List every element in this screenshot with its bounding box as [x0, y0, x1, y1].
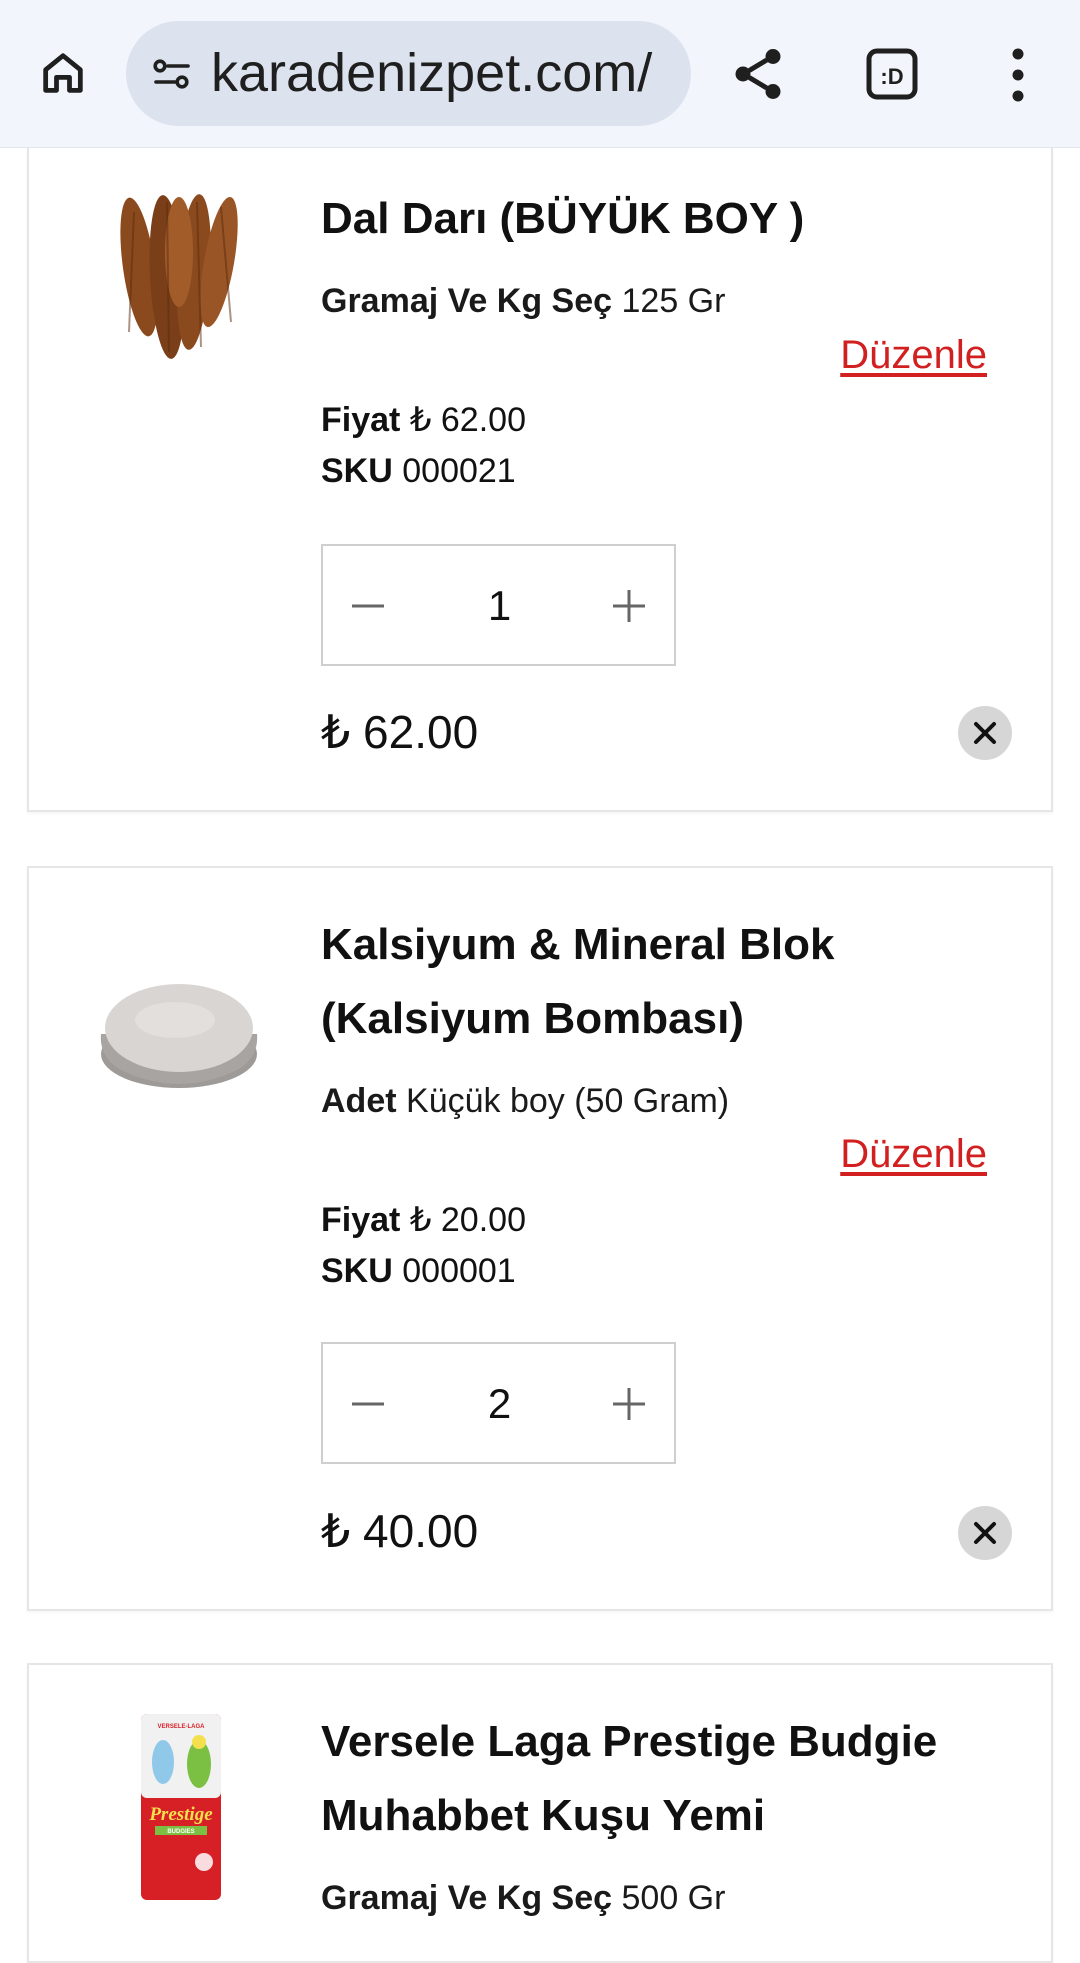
- close-icon: [974, 722, 996, 744]
- product-image-mineral-block[interactable]: [79, 924, 279, 1124]
- cart-item: VERSELE-LAGA Prestige BUDGIES Versele La…: [27, 1663, 1053, 1963]
- price-value: ₺ 62.00: [409, 401, 526, 439]
- minus-icon: [352, 1402, 384, 1406]
- package-sub: BUDGIES: [167, 1829, 194, 1835]
- package-name: Prestige: [148, 1804, 213, 1825]
- sku-row: SKU 000001: [321, 1252, 516, 1291]
- package-brand: VERSELE-LAGA: [157, 1724, 205, 1730]
- product-option: Gramaj Ve Kg Seç 125 Gr: [321, 282, 725, 321]
- edit-link[interactable]: Düzenle: [840, 1132, 987, 1177]
- price-label: Fiyat: [321, 1201, 401, 1239]
- site-settings-icon[interactable]: [148, 50, 196, 98]
- quantity-stepper: 1: [321, 544, 676, 666]
- price-row: Fiyat ₺ 20.00: [321, 1200, 526, 1240]
- line-total: ₺ 40.00: [321, 1505, 479, 1557]
- product-title[interactable]: Kalsiyum & Mineral Blok (Kalsiyum Bombas…: [321, 908, 1021, 1056]
- product-image-millet[interactable]: [79, 182, 279, 382]
- quantity-value[interactable]: 2: [413, 1344, 586, 1464]
- cart-item: Kalsiyum & Mineral Blok (Kalsiyum Bombas…: [27, 866, 1053, 1611]
- tab-switcher-icon[interactable]: :D: [862, 44, 924, 106]
- sku-value: 000021: [402, 452, 516, 490]
- remove-item-button[interactable]: [958, 1506, 1012, 1560]
- edit-link[interactable]: Düzenle: [840, 333, 987, 378]
- sku-label: SKU: [321, 452, 393, 490]
- option-value: 500 Gr: [621, 1879, 726, 1917]
- decrease-quantity-button[interactable]: [323, 1344, 413, 1464]
- minus-icon: [352, 604, 384, 608]
- sku-value: 000001: [402, 1252, 516, 1290]
- product-title[interactable]: Versele Laga Prestige Budgie Muhabbet Ku…: [321, 1705, 1021, 1853]
- product-option: Adet Küçük boy (50 Gram): [321, 1082, 729, 1121]
- option-label: Gramaj Ve Kg Seç: [321, 1879, 613, 1917]
- increase-quantity-button[interactable]: [584, 546, 674, 666]
- url-text[interactable]: karadenizpet.com/: [211, 21, 671, 126]
- product-title[interactable]: Dal Darı (BÜYÜK BOY ): [321, 182, 1021, 256]
- product-option: Gramaj Ve Kg Seç 500 Gr: [321, 1879, 725, 1918]
- sku-label: SKU: [321, 1252, 393, 1290]
- sku-row: SKU 000021: [321, 452, 516, 491]
- option-value: Küçük boy (50 Gram): [406, 1082, 730, 1120]
- price-row: Fiyat ₺ 62.00: [321, 400, 526, 440]
- price-value: ₺ 20.00: [409, 1201, 526, 1239]
- plus-icon: [613, 1388, 645, 1420]
- close-icon: [974, 1522, 996, 1544]
- share-icon[interactable]: [728, 44, 788, 104]
- increase-quantity-button[interactable]: [584, 1344, 674, 1464]
- option-label: Gramaj Ve Kg Seç: [321, 282, 613, 320]
- cart-item: Dal Darı (BÜYÜK BOY ) Gramaj Ve Kg Seç 1…: [27, 120, 1053, 812]
- browser-toolbar: karadenizpet.com/ :D: [0, 0, 1080, 148]
- decrease-quantity-button[interactable]: [323, 546, 413, 666]
- home-icon[interactable]: [30, 40, 96, 106]
- remove-item-button[interactable]: [958, 706, 1012, 760]
- option-label: Adet: [321, 1082, 397, 1120]
- plus-icon: [613, 590, 645, 622]
- tab-switcher-label: :D: [880, 64, 903, 89]
- quantity-value[interactable]: 1: [413, 546, 586, 666]
- quantity-stepper: 2: [321, 1342, 676, 1464]
- product-image-budgie-food[interactable]: VERSELE-LAGA Prestige BUDGIES: [101, 1712, 261, 1902]
- line-total: ₺ 62.00: [321, 706, 479, 758]
- option-value: 125 Gr: [621, 282, 726, 320]
- price-label: Fiyat: [321, 401, 401, 439]
- more-vert-icon[interactable]: [1000, 44, 1036, 106]
- address-bar[interactable]: karadenizpet.com/: [126, 21, 691, 126]
